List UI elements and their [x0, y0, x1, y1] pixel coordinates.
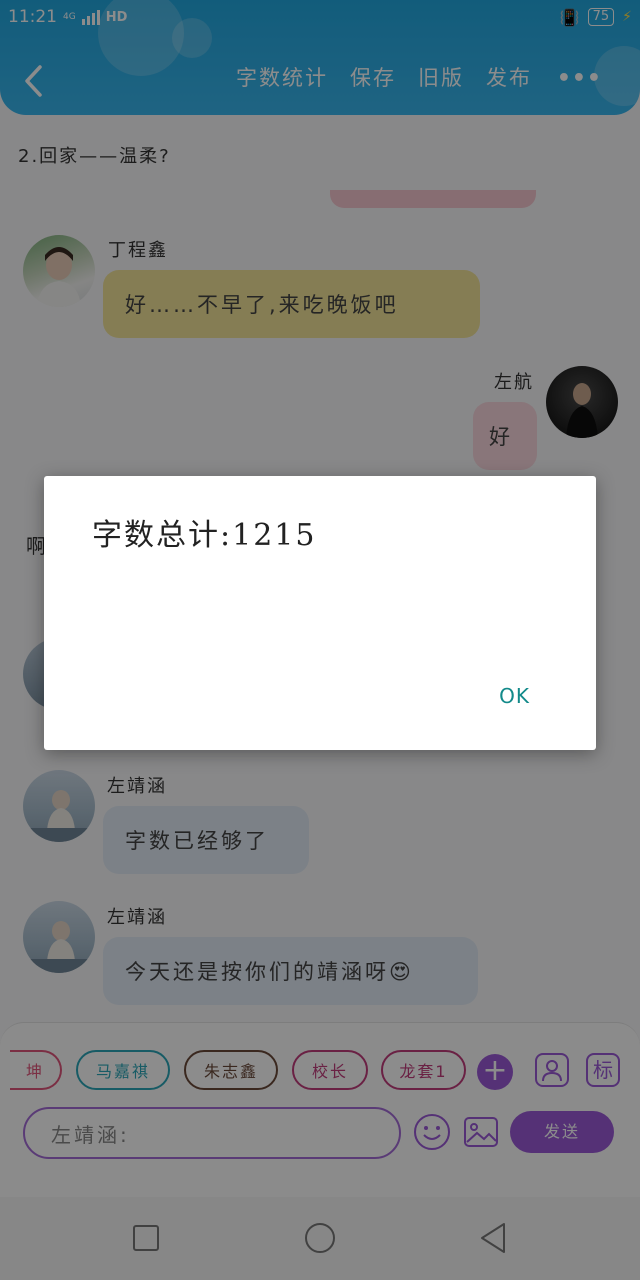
dialog-message: 字数总计:1215	[92, 518, 317, 553]
word-count-dialog: 字数总计:1215 OK	[44, 476, 596, 750]
ok-button[interactable]: OK	[499, 684, 530, 708]
